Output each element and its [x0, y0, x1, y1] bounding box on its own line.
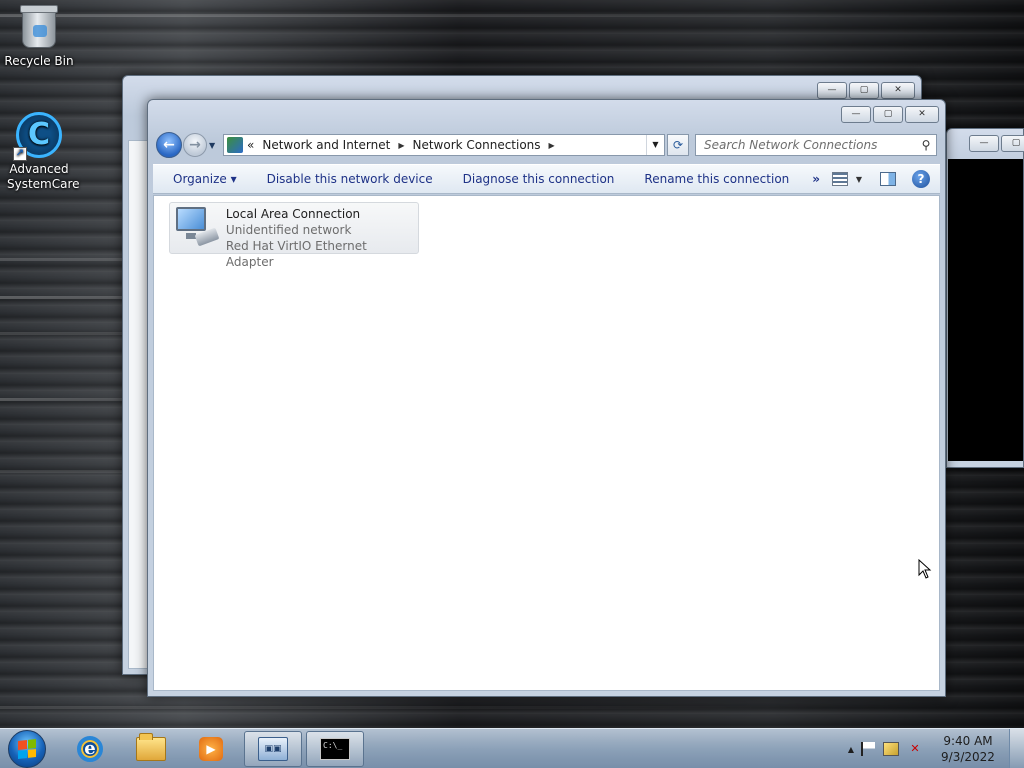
background-window-controls: — ▢ ✕: [817, 82, 915, 99]
taskbar-network-control-panel[interactable]: ▣▣: [244, 731, 302, 767]
start-button[interactable]: [8, 729, 46, 768]
clock-time: 9:40 AM: [943, 734, 993, 748]
maximize-button[interactable]: ▢: [873, 106, 903, 123]
rename-connection-button[interactable]: Rename this connection: [629, 172, 804, 186]
minimize-button[interactable]: —: [969, 135, 999, 152]
internet-explorer-icon: e: [77, 736, 103, 762]
connection-name: Local Area Connection: [225, 207, 361, 221]
taskbar: e ▶ ▣▣ C:\_ ▲ ✕ 9:40 AM 9/3/2022: [0, 728, 1024, 768]
windows-explorer-icon: [136, 733, 166, 761]
recent-pages-dropdown[interactable]: ▼: [209, 141, 221, 150]
taskbar-windows-media-player[interactable]: ▶: [182, 731, 240, 767]
network-connections-window[interactable]: — ▢ ✕ ← → ▼ « Network and Internet ▶ Net…: [147, 99, 946, 697]
taskbar-windows-explorer[interactable]: [122, 731, 180, 767]
taskbar-command-prompt[interactable]: C:\_: [306, 731, 364, 767]
command-prompt-window[interactable]: — ▢: [946, 128, 1024, 468]
organize-menu-button[interactable]: Organize ▾: [153, 172, 252, 186]
back-button[interactable]: ←: [156, 132, 182, 158]
windows-logo-icon: [18, 738, 36, 759]
view-options-dropdown[interactable]: ▼: [856, 175, 862, 184]
connection-adapter-name: Red Hat VirtIO Ethernet Adapter: [225, 239, 367, 269]
cmd-console-area[interactable]: [948, 159, 1023, 461]
preview-pane-icon[interactable]: [880, 172, 896, 186]
connections-list[interactable]: Local Area Connection Unidentified netwo…: [153, 195, 940, 691]
help-icon[interactable]: ?: [912, 170, 930, 188]
clock-date: 9/3/2022: [941, 750, 995, 764]
cmd-window-controls: — ▢: [969, 135, 1024, 152]
close-button[interactable]: ✕: [905, 106, 939, 123]
change-view-icon[interactable]: [831, 172, 848, 186]
search-input[interactable]: [696, 138, 916, 152]
connection-network-status: Unidentified network: [225, 223, 352, 237]
command-prompt-icon: C:\_: [320, 738, 350, 760]
show-hidden-icons-button[interactable]: ▲: [848, 745, 854, 754]
disable-network-device-button[interactable]: Disable this network device: [252, 172, 448, 186]
more-commands-button[interactable]: »: [804, 172, 828, 186]
close-button[interactable]: ✕: [881, 82, 915, 99]
minimize-button[interactable]: —: [817, 82, 847, 99]
search-icon[interactable]: ⚲: [916, 138, 936, 152]
show-desktop-button[interactable]: [1009, 729, 1024, 768]
taskbar-internet-explorer[interactable]: e: [61, 731, 119, 767]
advanced-systemcare-icon: C ↗: [13, 112, 62, 161]
advanced-systemcare-desktop-icon[interactable]: C ↗ Advanced SystemCare: [1, 112, 80, 192]
navigation-bar: ← → ▼ « Network and Internet ▶ Network C…: [156, 132, 937, 158]
windows-media-player-icon: ▶: [199, 737, 223, 761]
advanced-systemcare-label: Advanced SystemCare: [7, 162, 80, 191]
breadcrumb-network-connections[interactable]: Network Connections: [412, 138, 540, 152]
address-bar[interactable]: « Network and Internet ▶ Network Connect…: [223, 134, 665, 156]
minimize-button[interactable]: —: [841, 106, 871, 123]
control-panel-icon: [227, 137, 243, 153]
volume-muted-icon[interactable]: ✕: [907, 742, 923, 756]
shortcut-arrow-icon: ↗: [13, 147, 27, 161]
command-bar: Organize ▾ Disable this network device D…: [153, 164, 940, 194]
breadcrumb-network-and-internet[interactable]: Network and Internet: [262, 138, 390, 152]
maximize-button[interactable]: ▢: [1001, 135, 1024, 152]
breadcrumb-overflow[interactable]: «: [247, 138, 254, 152]
list-item-local-area-connection[interactable]: Local Area Connection Unidentified netwo…: [169, 202, 419, 269]
system-tray: ▲ ✕ 9:40 AM 9/3/2022: [845, 729, 1024, 768]
address-dropdown-button[interactable]: ▼: [646, 135, 664, 155]
refresh-button[interactable]: ⟳: [667, 134, 689, 156]
breadcrumb-separator-icon[interactable]: ▶: [549, 141, 555, 150]
action-center-flag-icon[interactable]: [861, 742, 875, 756]
network-tray-icon[interactable]: [883, 742, 899, 756]
maximize-button[interactable]: ▢: [849, 82, 879, 99]
search-box[interactable]: ⚲: [695, 134, 937, 156]
clock[interactable]: 9:40 AM 9/3/2022: [933, 733, 1003, 765]
network-adapter-icon: [170, 203, 220, 253]
network-control-panel-icon: ▣▣: [258, 737, 288, 761]
window-controls: — ▢ ✕: [841, 106, 939, 123]
recycle-bin-icon: [20, 5, 58, 48]
diagnose-connection-button[interactable]: Diagnose this connection: [448, 172, 630, 186]
breadcrumb-separator-icon[interactable]: ▶: [398, 141, 404, 150]
forward-button[interactable]: →: [183, 133, 207, 157]
recycle-bin-desktop-icon[interactable]: Recycle Bin: [1, 5, 77, 69]
recycle-bin-label: Recycle Bin: [4, 54, 74, 68]
view-controls: ▼ ?: [831, 170, 940, 188]
